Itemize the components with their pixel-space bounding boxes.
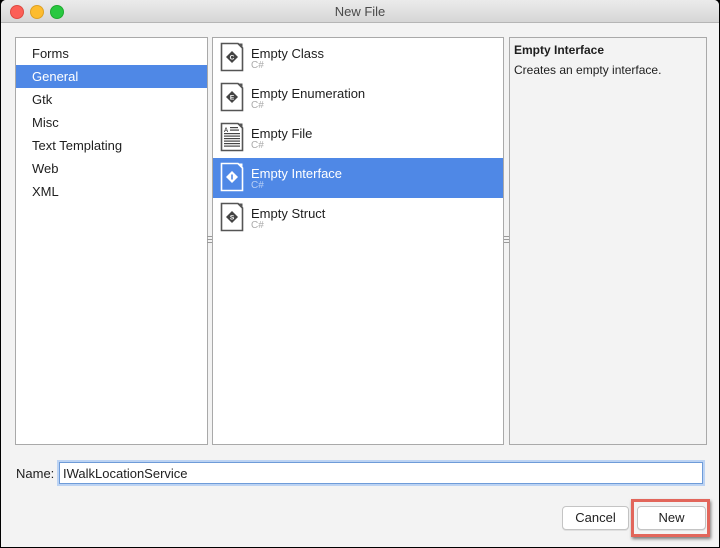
template-name: Empty Enumeration xyxy=(251,86,366,101)
svg-text:S: S xyxy=(230,215,235,222)
template-name: Empty Class xyxy=(251,46,324,61)
template-name: Empty File xyxy=(251,126,313,141)
template-item-empty-class[interactable]: C Empty Class C# xyxy=(213,38,503,78)
window-title: New File xyxy=(334,4,386,19)
new-file-dialog: New File Forms General Gtk Misc Text Tem… xyxy=(1,0,719,547)
category-item-web[interactable]: Web xyxy=(16,157,207,180)
template-item-empty-struct[interactable]: S Empty Struct C# xyxy=(213,198,503,238)
template-item-empty-file[interactable]: A Empty File C# xyxy=(213,118,503,158)
template-list: C Empty Class C# E Empty Enumeration C# … xyxy=(212,37,504,445)
category-item-general[interactable]: General xyxy=(16,65,207,88)
struct-icon: S xyxy=(220,202,244,232)
category-item-gtk[interactable]: Gtk xyxy=(16,88,207,111)
category-item-misc[interactable]: Misc xyxy=(16,111,207,134)
category-item-xml[interactable]: XML xyxy=(16,180,207,203)
minimize-window-button[interactable] xyxy=(30,5,44,19)
name-input[interactable] xyxy=(59,462,703,484)
category-list: Forms General Gtk Misc Text Templating W… xyxy=(15,37,208,445)
interface-icon xyxy=(220,162,244,192)
template-name: Empty Interface xyxy=(251,166,343,181)
description-title: Empty Interface xyxy=(514,43,605,57)
class-icon: C xyxy=(220,42,244,72)
category-item-forms[interactable]: Forms xyxy=(16,42,207,65)
text-file-icon: A xyxy=(220,122,244,152)
svg-text:C: C xyxy=(230,55,235,62)
template-language: C# xyxy=(251,140,264,151)
template-item-empty-interface[interactable]: Empty Interface C# xyxy=(213,158,503,198)
category-item-text-templating[interactable]: Text Templating xyxy=(16,134,207,157)
description-text: Creates an empty interface. xyxy=(514,63,662,77)
cancel-button[interactable]: Cancel xyxy=(562,506,629,530)
new-button[interactable]: New xyxy=(637,506,706,530)
close-window-button[interactable] xyxy=(10,5,24,19)
template-language: C# xyxy=(251,60,264,71)
title-bar: New File xyxy=(1,0,719,23)
description-panel: Empty Interface Creates an empty interfa… xyxy=(509,37,707,445)
template-language: C# xyxy=(251,180,264,191)
maximize-window-button[interactable] xyxy=(50,5,64,19)
template-item-empty-enumeration[interactable]: E Empty Enumeration C# xyxy=(213,78,503,118)
svg-text:E: E xyxy=(230,95,235,102)
template-language: C# xyxy=(251,100,264,111)
template-name: Empty Struct xyxy=(251,206,326,221)
template-language: C# xyxy=(251,220,264,231)
enum-icon: E xyxy=(220,82,244,112)
name-label: Name: xyxy=(16,466,55,481)
